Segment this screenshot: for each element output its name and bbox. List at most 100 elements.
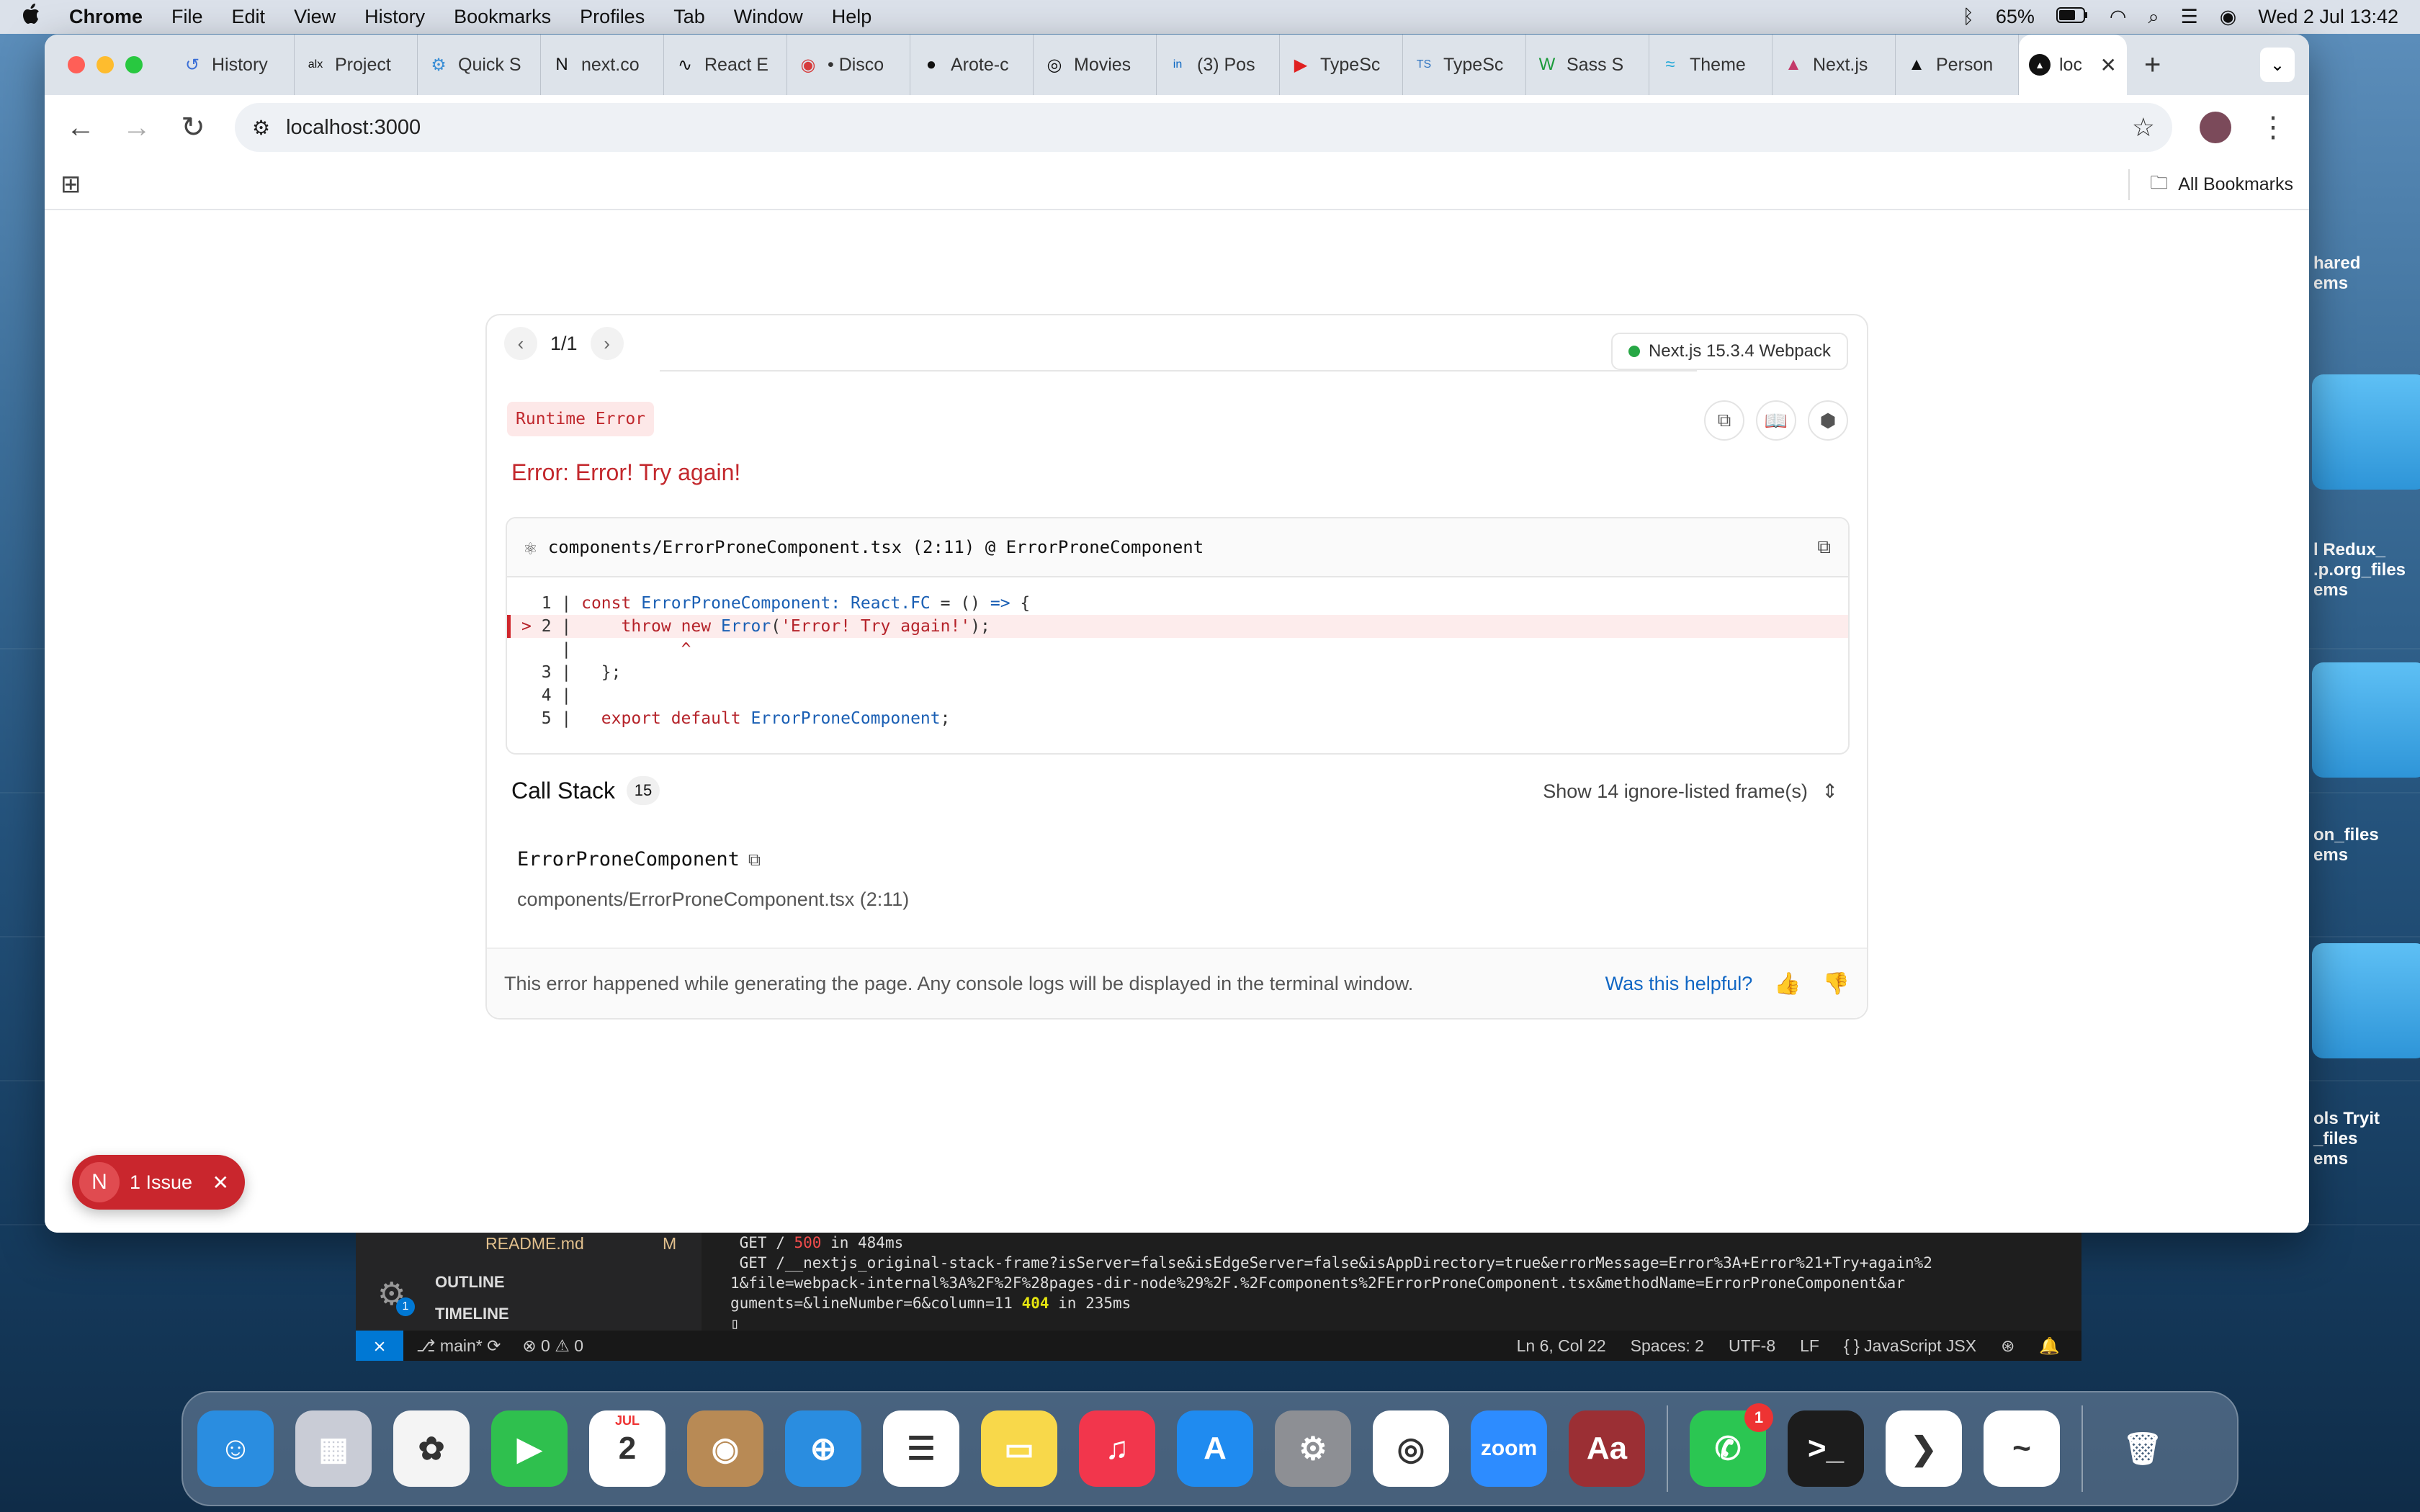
tab[interactable]: ≈ Theme <box>1649 35 1773 95</box>
site-info-icon[interactable]: ⚙ <box>252 116 270 140</box>
dock-terminal-icon[interactable]: >_ <box>1788 1410 1864 1487</box>
tab[interactable]: ⚙ Quick S <box>418 35 541 95</box>
forward-icon[interactable]: → <box>122 112 151 144</box>
menu-profiles[interactable]: Profiles <box>580 6 645 28</box>
spotlight-search-icon[interactable]: ⌕ <box>2148 6 2159 29</box>
open-external-icon[interactable]: ⧉ <box>748 850 761 870</box>
prev-error-button[interactable]: ‹ <box>504 327 537 360</box>
desktop-folder[interactable] <box>2312 943 2420 1058</box>
outline-section[interactable]: OUTLINE <box>435 1273 505 1292</box>
dock-launchpad-icon[interactable]: ▦ <box>295 1410 372 1487</box>
tab[interactable]: in (3) Pos <box>1157 35 1280 95</box>
git-branch[interactable]: ⎇ main* ⟳ <box>416 1336 501 1356</box>
cursor-position[interactable]: Ln 6, Col 22 <box>1517 1336 1606 1356</box>
reload-icon[interactable]: ↻ <box>179 111 207 144</box>
desktop-folder[interactable] <box>2312 662 2420 778</box>
apps-grid-icon[interactable]: ⊞ <box>60 170 81 199</box>
control-center-icon[interactable]: ☰ <box>2181 6 2198 28</box>
issues-badge[interactable]: N 1 Issue ✕ <box>72 1155 245 1210</box>
dock-contacts-icon[interactable]: ◉ <box>687 1410 763 1487</box>
dock-chrome-icon[interactable]: ◎ <box>1373 1410 1449 1487</box>
copilot-icon[interactable]: ⊛ <box>2001 1336 2015 1356</box>
nodejs-icon[interactable]: ⬢ <box>1808 400 1848 441</box>
dock-whatsapp-icon[interactable]: ✆ 1 <box>1690 1403 1773 1487</box>
dock-zoom-icon[interactable]: zoom <box>1471 1410 1547 1487</box>
nextjs-version-badge[interactable]: Next.js 15.3.4 Webpack <box>1610 333 1848 370</box>
dock-appstore-icon[interactable]: A <box>1177 1410 1253 1487</box>
tab[interactable]: ▲ Next.js <box>1773 35 1896 95</box>
desktop-folder[interactable] <box>2312 374 2420 490</box>
dock-freeform-icon[interactable]: ~ <box>1984 1410 2060 1487</box>
profile-avatar[interactable] <box>2200 112 2231 143</box>
apple-menu-icon[interactable] <box>22 4 40 30</box>
new-tab-button[interactable]: + <box>2144 49 2161 81</box>
tab[interactable]: ▲ Person <box>1896 35 2019 95</box>
dock-calendar-icon[interactable]: 2 JUL <box>589 1410 666 1487</box>
next-error-button[interactable]: › <box>590 327 624 360</box>
back-icon[interactable]: ← <box>66 112 95 144</box>
encoding[interactable]: UTF-8 <box>1729 1336 1775 1356</box>
timeline-section[interactable]: TIMELINE <box>435 1305 509 1323</box>
dock-reminders-icon[interactable]: ☰ <box>883 1410 959 1487</box>
tab[interactable]: Nnext.co <box>541 35 664 95</box>
menu-window[interactable]: Window <box>734 6 803 28</box>
tab-active[interactable]: ▲ loc ✕ <box>2019 35 2127 95</box>
line-endings[interactable]: LF <box>1800 1336 1819 1356</box>
terminal-output[interactable]: GET / 500 in 484ms GET /__nextjs_origina… <box>730 1233 2077 1331</box>
tab[interactable]: alx Project <box>295 35 418 95</box>
file-readme[interactable]: README.md <box>485 1234 584 1254</box>
minimize-window-button[interactable] <box>97 56 114 73</box>
dock-trash-icon[interactable]: 🗑 <box>2105 1410 2181 1487</box>
tab[interactable]: W Sass S <box>1526 35 1649 95</box>
menubar-datetime[interactable]: Wed 2 Jul 13:42 <box>2258 6 2398 28</box>
bluetooth-icon[interactable]: ᛒ <box>1963 6 1974 28</box>
dock-music-icon[interactable]: ♫ <box>1079 1410 1155 1487</box>
menu-file[interactable]: File <box>171 6 203 28</box>
menu-app-name[interactable]: Chrome <box>69 6 143 28</box>
address-url[interactable]: localhost:3000 <box>286 116 421 140</box>
siri-icon[interactable]: ◉ <box>2220 6 2237 28</box>
tab[interactable]: ● Arote-c <box>910 35 1034 95</box>
dock-dictionary-icon[interactable]: Aa <box>1569 1410 1645 1487</box>
all-bookmarks[interactable]: 🗀 All Bookmarks <box>2128 168 2293 200</box>
stack-frame-name[interactable]: ErrorProneComponent ⧉ <box>517 848 761 870</box>
wifi-icon[interactable]: ◠ <box>2110 6 2127 28</box>
menu-bookmarks[interactable]: Bookmarks <box>454 6 551 28</box>
tab-search-button[interactable]: ⌄ <box>2260 48 2295 82</box>
thumbs-down-icon[interactable]: 👎 <box>1823 971 1850 996</box>
dock-safari-icon[interactable]: ⊕ <box>785 1410 861 1487</box>
settings-gear-icon[interactable]: ⚙ 1 <box>377 1276 415 1316</box>
tab[interactable]: ◎ Movies <box>1034 35 1157 95</box>
address-bar[interactable]: ⚙ localhost:3000 ☆ <box>235 103 2172 152</box>
problems-count[interactable]: ⊗ 0 ⚠ 0 <box>522 1336 583 1356</box>
thumbs-up-icon[interactable]: 👍 <box>1774 971 1801 996</box>
menu-view[interactable]: View <box>294 6 336 28</box>
chrome-menu-icon[interactable]: ⋮ <box>2259 111 2287 144</box>
close-window-button[interactable] <box>68 56 85 73</box>
copy-icon[interactable]: ⧉ <box>1704 400 1744 441</box>
menu-help[interactable]: Help <box>832 6 872 28</box>
dock-notes-icon[interactable]: ▭ <box>981 1410 1057 1487</box>
language-mode[interactable]: { } JavaScript JSX <box>1844 1336 1976 1356</box>
bookmark-star-icon[interactable]: ☆ <box>2132 112 2155 143</box>
close-icon[interactable]: ✕ <box>212 1171 229 1194</box>
dock-finder-icon[interactable]: ☺ <box>197 1410 274 1487</box>
close-tab-icon[interactable]: ✕ <box>2100 53 2117 77</box>
dock-facetime-icon[interactable]: ▶ <box>491 1410 568 1487</box>
battery-icon[interactable] <box>2056 6 2088 28</box>
zoom-window-button[interactable] <box>125 56 143 73</box>
dock-settings-icon[interactable]: ⚙ <box>1275 1410 1351 1487</box>
tab[interactable]: ◉ • Disco <box>787 35 910 95</box>
dock-photos-icon[interactable]: ✿ <box>393 1410 470 1487</box>
tab[interactable]: ∿ React E <box>664 35 787 95</box>
tab[interactable]: TS TypeSc <box>1403 35 1526 95</box>
notifications-bell-icon[interactable]: 🔔 <box>2039 1336 2060 1356</box>
menu-edit[interactable]: Edit <box>232 6 266 28</box>
tab[interactable]: ▶ TypeSc <box>1280 35 1403 95</box>
open-in-editor-icon[interactable]: ⧉ <box>1817 536 1831 559</box>
menu-history[interactable]: History <box>364 6 425 28</box>
dock-vscode-icon[interactable]: ❯ <box>1886 1410 1962 1487</box>
remote-indicator-icon[interactable]: ⨯ <box>356 1331 403 1361</box>
docs-book-icon[interactable]: 📖 <box>1756 400 1796 441</box>
tab[interactable]: ↺ History <box>171 35 295 95</box>
